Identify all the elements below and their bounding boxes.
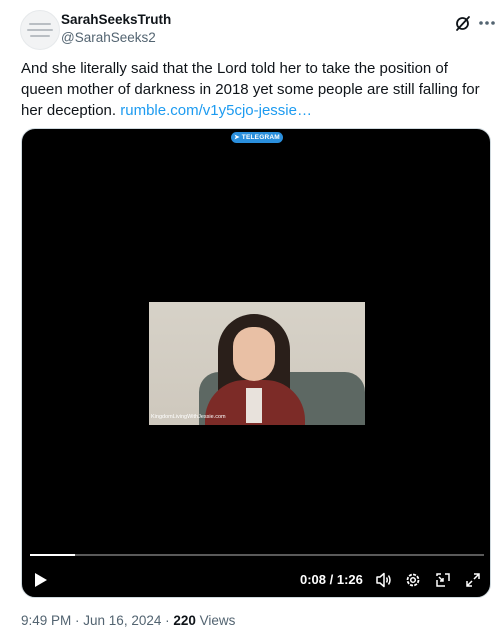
frame-face (233, 327, 275, 381)
avatar-line (30, 35, 50, 37)
telegram-badge: ➤ TELEGRAM (231, 132, 283, 143)
fullscreen-button[interactable] (464, 571, 482, 594)
more-icon (479, 21, 495, 25)
settings-button[interactable] (404, 571, 422, 594)
picture-in-picture-button[interactable] (434, 571, 452, 594)
meta-separator: · (161, 613, 174, 628)
display-name[interactable]: SarahSeeksTruth (61, 12, 171, 27)
telegram-badge-label: TELEGRAM (241, 134, 280, 141)
frame-shirt (246, 388, 262, 423)
progress-bar[interactable] (30, 554, 484, 556)
avatar-line (27, 29, 53, 31)
tweet-time[interactable]: 9:49 PM (21, 613, 71, 628)
tweet-text: And she literally said that the Lord tol… (21, 58, 491, 121)
picture-in-picture-icon (436, 573, 450, 587)
video-player[interactable]: ➤ TELEGRAM KingdomLivingWithJessie.com 0… (21, 128, 491, 598)
play-button[interactable] (34, 572, 48, 593)
tweet-date[interactable]: Jun 16, 2024 (83, 613, 161, 628)
grok-button[interactable] (453, 13, 473, 33)
video-watermark: KingdomLivingWithJessie.com (151, 414, 226, 420)
play-icon (35, 573, 47, 587)
more-button[interactable] (476, 13, 498, 33)
user-handle[interactable]: @SarahSeeks2 (61, 30, 156, 45)
volume-button[interactable] (375, 571, 393, 594)
settings-icon (406, 573, 420, 587)
avatar-line (29, 23, 51, 25)
grok-icon (456, 16, 470, 31)
video-frame: KingdomLivingWithJessie.com (149, 302, 365, 425)
fullscreen-icon (466, 573, 480, 587)
time-display: 0:08 / 1:26 (300, 572, 363, 587)
avatar[interactable] (20, 10, 60, 50)
progress-fill (30, 554, 76, 556)
volume-icon (376, 572, 391, 588)
tweet-link[interactable]: rumble.com/v1y5cjo-jessie… (120, 102, 312, 119)
views-label: Views (195, 613, 236, 628)
telegram-icon: ➤ (234, 134, 240, 141)
tweet-meta: 9:49 PM · Jun 16, 2024 · 220 Views (21, 613, 235, 628)
views-count: 220 (173, 613, 196, 628)
meta-separator: · (71, 613, 84, 628)
